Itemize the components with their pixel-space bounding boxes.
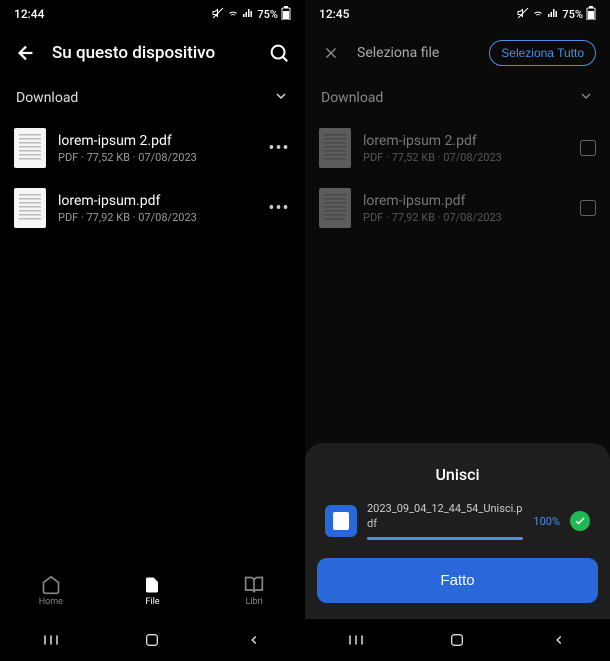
home-icon [41,575,61,595]
status-indicators: 75% [212,6,291,23]
page-title: Seleziona file [357,45,475,61]
file-meta: PDF · 77,92 KB · 07/08/2023 [58,211,255,224]
back-button[interactable] [219,633,289,647]
done-button[interactable]: Fatto [317,558,598,603]
book-icon [244,575,264,595]
nav-home[interactable]: Home [21,575,81,607]
file-icon [142,575,162,595]
nav-label: Libri [245,597,262,607]
home-button[interactable] [422,632,492,648]
signal-icon [547,7,559,22]
screen-select: 12:45 75% Seleziona file Seleziona Tutto… [305,0,610,661]
screen-browse: 12:44 75% Su questo dispositivo Down [0,0,305,661]
recents-button[interactable] [16,631,86,649]
status-time: 12:45 [319,7,349,21]
header: Seleziona file Seleziona Tutto [305,28,610,78]
status-bar: 12:44 75% [0,0,305,28]
wifi-icon [227,7,239,22]
file-checkbox[interactable] [580,200,596,216]
nav-label: File [145,597,159,607]
bottom-nav: Home File Libri [0,563,305,619]
status-indicators: 75% [517,6,596,23]
select-all-button[interactable]: Seleziona Tutto [489,40,596,66]
header: Su questo dispositivo [0,28,305,78]
chevron-down-icon [273,88,289,108]
section-dropdown[interactable]: Download [305,78,610,118]
merge-details: 2023_09_04_12_44_54_Unisci.pdf [367,502,523,540]
page-title: Su questo dispositivo [52,43,253,63]
file-info: lorem-ipsum.pdf PDF · 77,92 KB · 07/08/2… [363,193,568,224]
home-button[interactable] [117,632,187,648]
file-thumbnail-icon [319,188,351,228]
file-checkbox[interactable] [580,140,596,156]
progress-bar [367,537,523,540]
section-dropdown[interactable]: Download [0,78,305,118]
sheet-title: Unisci [435,465,479,484]
file-row[interactable]: lorem-ipsum.pdf PDF · 77,92 KB · 07/08/2… [305,178,610,238]
nav-books[interactable]: Libri [224,575,284,607]
mute-icon [517,7,529,22]
file-row[interactable]: lorem-ipsum 2.pdf PDF · 77,52 KB · 07/08… [0,118,305,178]
file-name: lorem-ipsum 2.pdf [58,133,255,149]
battery-icon [586,6,596,23]
status-bar: 12:45 75% [305,0,610,28]
file-info: lorem-ipsum 2.pdf PDF · 77,52 KB · 07/08… [58,133,255,164]
back-button[interactable] [14,41,38,65]
search-button[interactable] [267,41,291,65]
file-thumbnail-icon [14,128,46,168]
more-button[interactable]: ••• [267,138,291,159]
file-name: lorem-ipsum.pdf [58,193,255,209]
system-nav [0,619,305,661]
signal-icon [242,7,254,22]
battery-text: 75% [257,8,278,21]
file-meta: PDF · 77,52 KB · 07/08/2023 [363,151,568,164]
system-nav [305,619,610,661]
merge-progress-row: 2023_09_04_12_44_54_Unisci.pdf 100% [317,502,598,540]
status-time: 12:44 [14,7,44,21]
file-row[interactable]: lorem-ipsum 2.pdf PDF · 77,52 KB · 07/08… [305,118,610,178]
file-name: lorem-ipsum 2.pdf [363,133,568,149]
wifi-icon [532,7,544,22]
mute-icon [212,7,224,22]
nav-label: Home [39,597,63,607]
battery-icon [281,6,291,23]
file-row[interactable]: lorem-ipsum.pdf PDF · 77,92 KB · 07/08/2… [0,178,305,238]
file-info: lorem-ipsum 2.pdf PDF · 77,52 KB · 07/08… [363,133,568,164]
battery-text: 75% [562,8,583,21]
file-thumbnail-icon [14,188,46,228]
file-name: lorem-ipsum.pdf [363,193,568,209]
file-thumbnail-icon [319,128,351,168]
merge-filename: 2023_09_04_12_44_54_Unisci.pdf [367,502,523,531]
success-check-icon [570,511,590,531]
document-icon [325,505,357,537]
nav-file[interactable]: File [122,575,182,607]
file-info: lorem-ipsum.pdf PDF · 77,92 KB · 07/08/2… [58,193,255,224]
back-button[interactable] [524,633,594,647]
file-list: lorem-ipsum 2.pdf PDF · 77,52 KB · 07/08… [0,118,305,563]
file-meta: PDF · 77,92 KB · 07/08/2023 [363,211,568,224]
section-label: Download [16,90,78,106]
progress-fill [367,537,523,540]
section-label: Download [321,90,383,106]
progress-percent: 100% [533,515,560,528]
file-meta: PDF · 77,52 KB · 07/08/2023 [58,151,255,164]
more-button[interactable]: ••• [267,198,291,219]
chevron-down-icon [578,88,594,108]
close-button[interactable] [319,41,343,65]
recents-button[interactable] [321,631,391,649]
merge-sheet: Unisci 2023_09_04_12_44_54_Unisci.pdf 10… [305,443,610,619]
